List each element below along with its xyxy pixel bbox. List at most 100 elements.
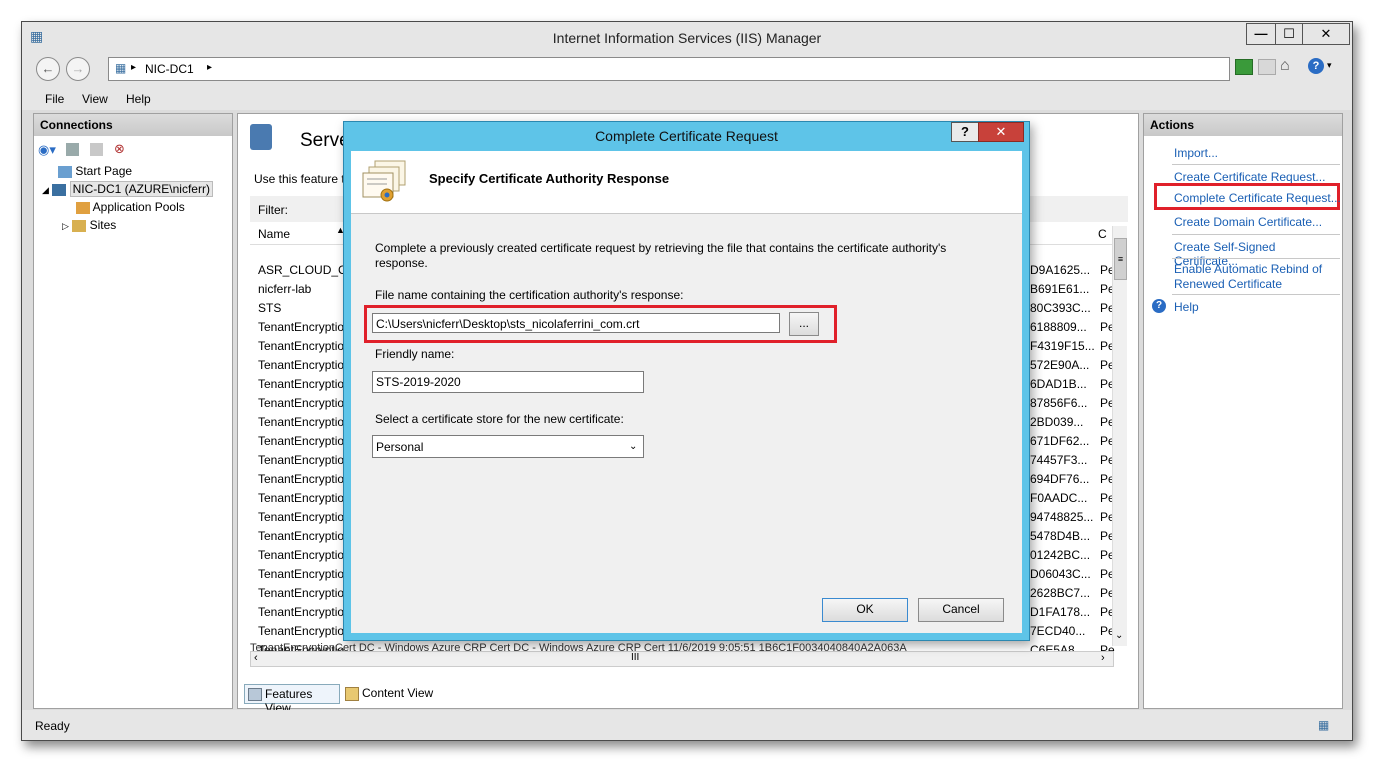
scroll-right-icon[interactable]: › — [1101, 652, 1105, 664]
cert-hash: 671DF62... — [1030, 434, 1090, 448]
close-button[interactable]: ✕ — [1302, 23, 1350, 45]
cert-hash: F4319F15... — [1030, 339, 1095, 353]
cert-hash: 7ECD40... — [1030, 624, 1086, 638]
help-circle-icon: ? — [1152, 299, 1166, 313]
cert-hash: D1FA178... — [1030, 605, 1091, 619]
features-view-icon — [248, 688, 262, 701]
window-title: Internet Information Services (IIS) Mana… — [552, 30, 822, 46]
breadcrumb-arrow-icon: ▸ — [131, 62, 137, 73]
expand-icon[interactable]: ▷ — [62, 221, 69, 231]
scroll-down-icon[interactable]: ⌄ — [1115, 630, 1123, 641]
horizontal-scrollbar[interactable]: ‹ III › — [250, 651, 1114, 667]
cert-hash: 694DF76... — [1030, 472, 1090, 486]
cert-hash: 74457F3... — [1030, 453, 1088, 467]
col-c-header[interactable]: C — [1098, 227, 1107, 241]
cert-name: TenantEncryptio — [258, 529, 345, 543]
cert-hash: 01242BC... — [1030, 548, 1091, 562]
vertical-scrollbar[interactable]: ≡ ⌄ — [1112, 226, 1127, 646]
collapse-icon[interactable]: ◢ — [42, 185, 49, 195]
action-enable-rebind-line2[interactable]: Renewed Certificate — [1174, 277, 1282, 291]
scroll-left-icon[interactable]: ‹ — [254, 652, 258, 664]
certificate-store-select[interactable]: Personal ⌄ — [372, 435, 644, 458]
status-server-icon: ▦ — [1318, 718, 1330, 732]
cert-hash: 6DAD1B... — [1030, 377, 1087, 391]
refresh-icon[interactable] — [1235, 59, 1253, 75]
action-complete-request[interactable]: Complete Certificate Request... — [1174, 191, 1341, 205]
tree-start-page[interactable]: Start Page — [58, 164, 132, 178]
cert-name: TenantEncryptio — [258, 415, 345, 429]
dialog-help-button[interactable]: ? — [951, 122, 979, 142]
menu-help[interactable]: Help — [126, 92, 151, 106]
connections-toolbar: ◉▾ ⊗ — [38, 140, 228, 160]
cert-hash: F0AADC... — [1030, 491, 1088, 505]
cert-name: TenantEncryptio — [258, 472, 345, 486]
friendly-name-label: Friendly name: — [375, 347, 455, 361]
cancel-button[interactable]: Cancel — [918, 598, 1004, 622]
connect-icon[interactable]: ◉▾ — [38, 142, 56, 158]
cert-name: TenantEncryptio — [258, 339, 345, 353]
tree-sites[interactable]: ▷ Sites — [62, 218, 116, 232]
actions-divider — [1172, 258, 1340, 259]
save-icon[interactable] — [66, 143, 79, 156]
tree-start-page-label: Start Page — [75, 164, 133, 178]
certificate-store-value: Personal — [376, 440, 424, 454]
col-name-header[interactable]: Name — [258, 227, 290, 241]
action-create-domain[interactable]: Create Domain Certificate... — [1174, 215, 1322, 229]
disconnect-icon[interactable]: ⊗ — [114, 141, 125, 157]
action-create-request[interactable]: Create Certificate Request... — [1174, 170, 1325, 184]
forward-arrow-icon[interactable]: → — [66, 57, 90, 81]
cert-name: TenantEncryptio — [258, 396, 345, 410]
tree-server-node[interactable]: ◢ NIC-DC1 (AZURE\nicferr) — [42, 181, 213, 197]
actions-header: Actions — [1144, 114, 1342, 136]
cert-name: TenantEncryptio — [258, 624, 345, 638]
status-bar: Ready ▦ — [22, 710, 1352, 740]
help-dropdown-icon[interactable]: ▾ — [1327, 60, 1332, 71]
certificate-store-label: Select a certificate store for the new c… — [375, 412, 624, 426]
tab-content-view[interactable]: Content View — [344, 685, 454, 703]
home-icon[interactable]: ⌂ — [1280, 57, 1290, 75]
sites-folder-icon — [72, 219, 87, 232]
ok-button[interactable]: OK — [822, 598, 908, 622]
friendly-name-input[interactable]: STS-2019-2020 — [372, 371, 644, 393]
menu-file[interactable]: File — [45, 92, 64, 106]
breadcrumb-expand-icon[interactable]: ▸ — [207, 62, 212, 73]
cert-name: TenantEncryptio — [258, 434, 345, 448]
tree-application-pools[interactable]: Application Pools — [76, 200, 185, 214]
connections-header: Connections — [34, 114, 232, 136]
back-arrow-icon[interactable]: ← — [36, 57, 60, 81]
chevron-down-icon[interactable]: ⌄ — [629, 436, 637, 458]
action-help[interactable]: Help — [1174, 300, 1199, 314]
cert-name: TenantEncryptio — [258, 586, 345, 600]
action-import[interactable]: Import... — [1174, 146, 1218, 160]
vertical-scroll-thumb[interactable]: ≡ — [1114, 238, 1127, 280]
stop-icon[interactable] — [1258, 59, 1276, 75]
address-bar: ← → ▦ ▸ NIC-DC1 ▸ ⌂ ? ▾ — [22, 52, 1352, 88]
cert-name: TenantEncryptio — [258, 453, 345, 467]
cert-name: TenantEncryptio — [258, 491, 345, 505]
minimize-button[interactable]: — — [1246, 23, 1276, 45]
cert-name: TenantEncryptio — [258, 548, 345, 562]
cert-hash: 5478D4B... — [1030, 529, 1091, 543]
cert-hash: B691E61... — [1030, 282, 1090, 296]
server-node-icon — [52, 183, 67, 196]
menu-view[interactable]: View — [82, 92, 108, 106]
dialog-close-button[interactable]: ✕ — [978, 122, 1024, 142]
horizontal-scroll-thumb[interactable]: III — [631, 652, 639, 663]
dialog-body: Specify Certificate Authority Response C… — [351, 151, 1022, 633]
browse-button[interactable]: ... — [789, 312, 819, 336]
maximize-button[interactable]: ☐ — [1275, 23, 1303, 45]
address-box[interactable]: ▦ ▸ NIC-DC1 ▸ — [108, 57, 1230, 81]
action-enable-rebind-line1[interactable]: Enable Automatic Rebind of — [1174, 262, 1322, 276]
help-icon[interactable]: ? — [1308, 58, 1324, 74]
tab-features-view[interactable]: Features View — [244, 684, 340, 715]
start-page-icon — [58, 165, 72, 178]
breadcrumb-server[interactable]: NIC-DC1 — [145, 62, 194, 76]
connections-pane: Connections ◉▾ ⊗ Start Page ◢ NIC-DC1 (A… — [33, 113, 233, 709]
file-name-input[interactable]: C:\Users\nicferr\Desktop\sts_nicolaferri… — [372, 313, 780, 333]
tree-sites-label: Sites — [89, 218, 117, 232]
up-icon[interactable] — [90, 143, 103, 156]
cert-hash: D9A1625... — [1030, 263, 1091, 277]
cert-name: TenantEncryptio — [258, 510, 345, 524]
cert-hash: 2BD039... — [1030, 415, 1084, 429]
cert-name: TenantEncryptio — [258, 320, 345, 334]
